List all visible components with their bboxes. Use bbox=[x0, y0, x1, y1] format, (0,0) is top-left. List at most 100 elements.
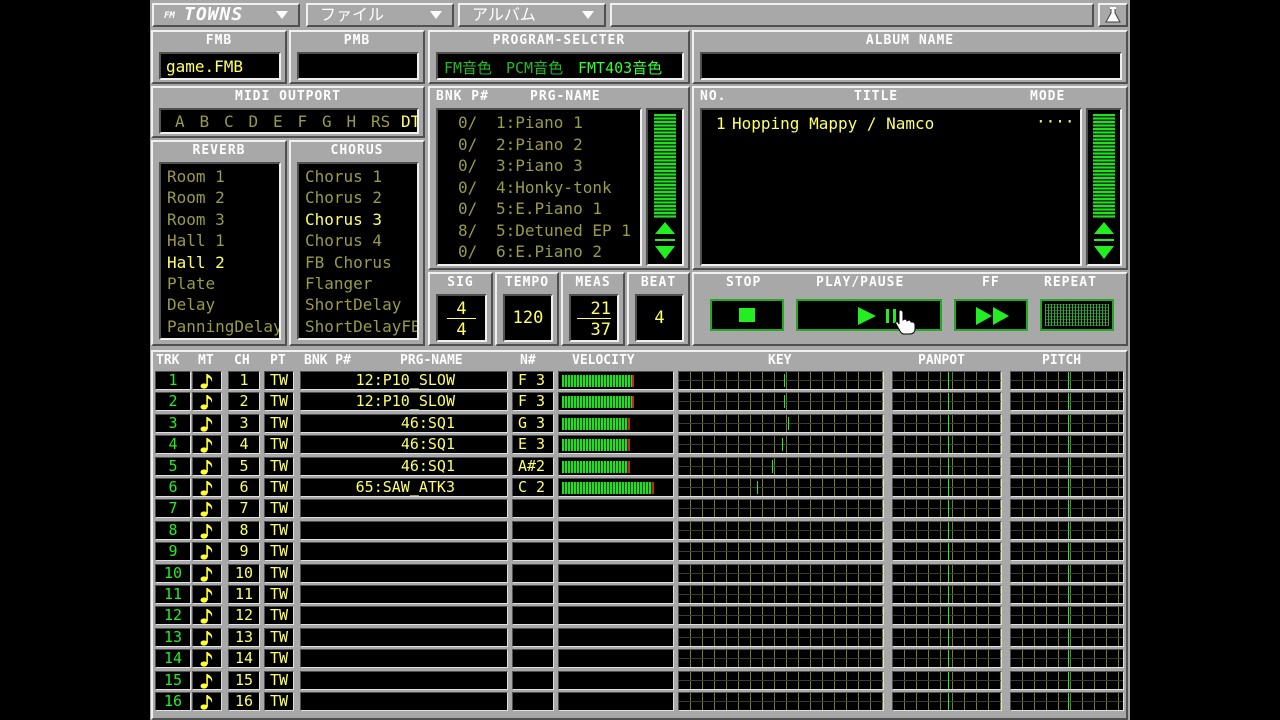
panpot-indicator[interactable] bbox=[892, 563, 1002, 583]
fmb-field[interactable]: game.FMB bbox=[159, 52, 281, 80]
panpot-indicator[interactable] bbox=[892, 606, 1002, 626]
mute-toggle[interactable] bbox=[192, 542, 222, 562]
table-row[interactable]: 15 15 TW bbox=[150, 670, 1130, 691]
chorus-item[interactable]: Chorus 1 bbox=[305, 166, 417, 187]
outport-g[interactable]: G bbox=[322, 112, 332, 131]
file-menu[interactable]: ファイル bbox=[306, 3, 454, 27]
program-list-item[interactable]: 0/3:Piano 3 bbox=[438, 155, 640, 177]
outport-a[interactable]: A bbox=[175, 112, 185, 131]
table-row[interactable]: 9 9 TW bbox=[150, 541, 1130, 562]
ff-button[interactable] bbox=[954, 299, 1028, 331]
fm-voice-option[interactable]: FM音色 bbox=[444, 57, 492, 78]
mute-toggle[interactable] bbox=[192, 627, 222, 647]
panpot-indicator[interactable] bbox=[892, 392, 1002, 412]
table-row[interactable]: 4 4 TW 46:SQ1 E 3 bbox=[150, 434, 1130, 455]
table-row[interactable]: 12 12 TW bbox=[150, 605, 1130, 626]
outport-f[interactable]: F bbox=[298, 112, 308, 131]
table-row[interactable]: 14 14 TW bbox=[150, 648, 1130, 669]
mute-toggle[interactable] bbox=[192, 392, 222, 412]
mute-toggle[interactable] bbox=[192, 456, 222, 476]
playlist-scroll-track[interactable] bbox=[1093, 114, 1115, 218]
panpot-indicator[interactable] bbox=[892, 520, 1002, 540]
reverb-item[interactable]: Plate bbox=[167, 273, 279, 294]
mute-toggle[interactable] bbox=[192, 670, 222, 690]
fmt403-voice-option[interactable]: FMT403音色 bbox=[578, 57, 662, 78]
pcm-voice-option[interactable]: PCM音色 bbox=[506, 57, 563, 78]
table-row[interactable]: 11 11 TW bbox=[150, 584, 1130, 605]
panpot-indicator[interactable] bbox=[892, 478, 1002, 497]
repeat-button[interactable] bbox=[1040, 299, 1114, 331]
reverb-item[interactable]: Delay bbox=[167, 294, 279, 315]
table-row[interactable]: 6 6 TW 65:SAW_ATK3 C 2 bbox=[150, 477, 1130, 498]
reverb-item[interactable]: Hall 1 bbox=[167, 230, 279, 251]
program-list-item[interactable]: 0/6:E.Piano 2 bbox=[438, 241, 640, 263]
chorus-item[interactable]: Chorus 4 bbox=[305, 230, 417, 251]
panpot-indicator[interactable] bbox=[892, 692, 1002, 711]
mute-toggle[interactable] bbox=[192, 563, 222, 583]
panpot-indicator[interactable] bbox=[892, 413, 1002, 433]
table-row[interactable]: 5 5 TW 46:SQ1 A#2 bbox=[150, 456, 1130, 477]
outport-h[interactable]: H bbox=[347, 112, 357, 131]
panpot-indicator[interactable] bbox=[892, 542, 1002, 562]
panpot-indicator[interactable] bbox=[892, 670, 1002, 690]
outport-b[interactable]: B bbox=[200, 112, 210, 131]
panpot-indicator[interactable] bbox=[892, 435, 1002, 455]
program-list-item[interactable]: 0/1:Piano 1 bbox=[438, 112, 640, 134]
mute-toggle[interactable] bbox=[192, 649, 222, 669]
program-list-item[interactable]: 8/5:Detuned EP 1 bbox=[438, 220, 640, 242]
scroll-down-icon[interactable] bbox=[1094, 246, 1114, 259]
mute-toggle[interactable] bbox=[192, 585, 222, 604]
reverb-item[interactable]: Room 3 bbox=[167, 209, 279, 230]
program-scroll-track[interactable] bbox=[654, 114, 676, 218]
panpot-indicator[interactable] bbox=[892, 585, 1002, 604]
scroll-down-icon[interactable] bbox=[655, 246, 675, 259]
table-row[interactable]: 8 8 TW bbox=[150, 520, 1130, 541]
mute-toggle[interactable] bbox=[192, 371, 222, 390]
mute-toggle[interactable] bbox=[192, 499, 222, 519]
table-row[interactable]: 2 2 TW 12:P10_SLOW F 3 bbox=[150, 391, 1130, 412]
mute-toggle[interactable] bbox=[192, 478, 222, 497]
outport-c[interactable]: C bbox=[224, 112, 234, 131]
panpot-indicator[interactable] bbox=[892, 371, 1002, 390]
stop-button[interactable] bbox=[710, 299, 784, 331]
chorus-item[interactable]: Flanger bbox=[305, 273, 417, 294]
reverb-item[interactable]: Room 1 bbox=[167, 166, 279, 187]
panpot-indicator[interactable] bbox=[892, 627, 1002, 647]
mute-toggle[interactable] bbox=[192, 413, 222, 433]
chorus-item[interactable]: ShortDelayFB bbox=[305, 316, 417, 337]
table-row[interactable]: 1 1 TW 12:P10_SLOW F 3 bbox=[150, 370, 1130, 391]
program-list-item[interactable]: 0/4:Honky-tonk bbox=[438, 177, 640, 199]
panpot-indicator[interactable] bbox=[892, 456, 1002, 476]
program-list-item[interactable]: 0/5:E.Piano 1 bbox=[438, 198, 640, 220]
chorus-item[interactable]: FB Chorus bbox=[305, 252, 417, 273]
reverb-item[interactable]: Hall 2 bbox=[167, 252, 279, 273]
album-name-field[interactable] bbox=[700, 52, 1122, 80]
album-menu[interactable]: アルバム bbox=[458, 3, 606, 27]
table-row[interactable]: 10 10 TW bbox=[150, 563, 1130, 584]
chorus-item[interactable]: Chorus 2 bbox=[305, 187, 417, 208]
panpot-indicator[interactable] bbox=[892, 499, 1002, 519]
table-row[interactable]: 7 7 TW bbox=[150, 498, 1130, 519]
towns-menu[interactable]: FM TOWNS bbox=[152, 3, 300, 27]
mute-toggle[interactable] bbox=[192, 435, 222, 455]
chorus-item[interactable]: ShortDelay bbox=[305, 294, 417, 315]
mute-toggle[interactable] bbox=[192, 606, 222, 626]
panpot-indicator[interactable] bbox=[892, 649, 1002, 669]
reverb-item[interactable]: PanningDelay bbox=[167, 316, 279, 337]
chorus-item[interactable]: Chorus 3 bbox=[305, 209, 417, 230]
outport-e[interactable]: E bbox=[273, 112, 283, 131]
outport-dt[interactable]: DT bbox=[401, 112, 417, 131]
outport-d[interactable]: D bbox=[249, 112, 259, 131]
outport-rs[interactable]: RS bbox=[371, 112, 390, 131]
table-row[interactable]: 3 3 TW 46:SQ1 G 3 bbox=[150, 413, 1130, 434]
scroll-up-icon[interactable] bbox=[655, 222, 675, 234]
playlist-item[interactable]: 1 Hopping Mappy / Namco ···· bbox=[702, 112, 1080, 134]
pmb-field[interactable] bbox=[297, 52, 419, 80]
program-list-item[interactable]: 0/2:Piano 2 bbox=[438, 134, 640, 156]
flask-button[interactable] bbox=[1098, 3, 1128, 27]
mute-toggle[interactable] bbox=[192, 520, 222, 540]
reverb-item[interactable]: Room 2 bbox=[167, 187, 279, 208]
mute-toggle[interactable] bbox=[192, 692, 222, 711]
table-row[interactable]: 16 16 TW bbox=[150, 691, 1130, 712]
play-pause-button[interactable] bbox=[796, 299, 942, 335]
